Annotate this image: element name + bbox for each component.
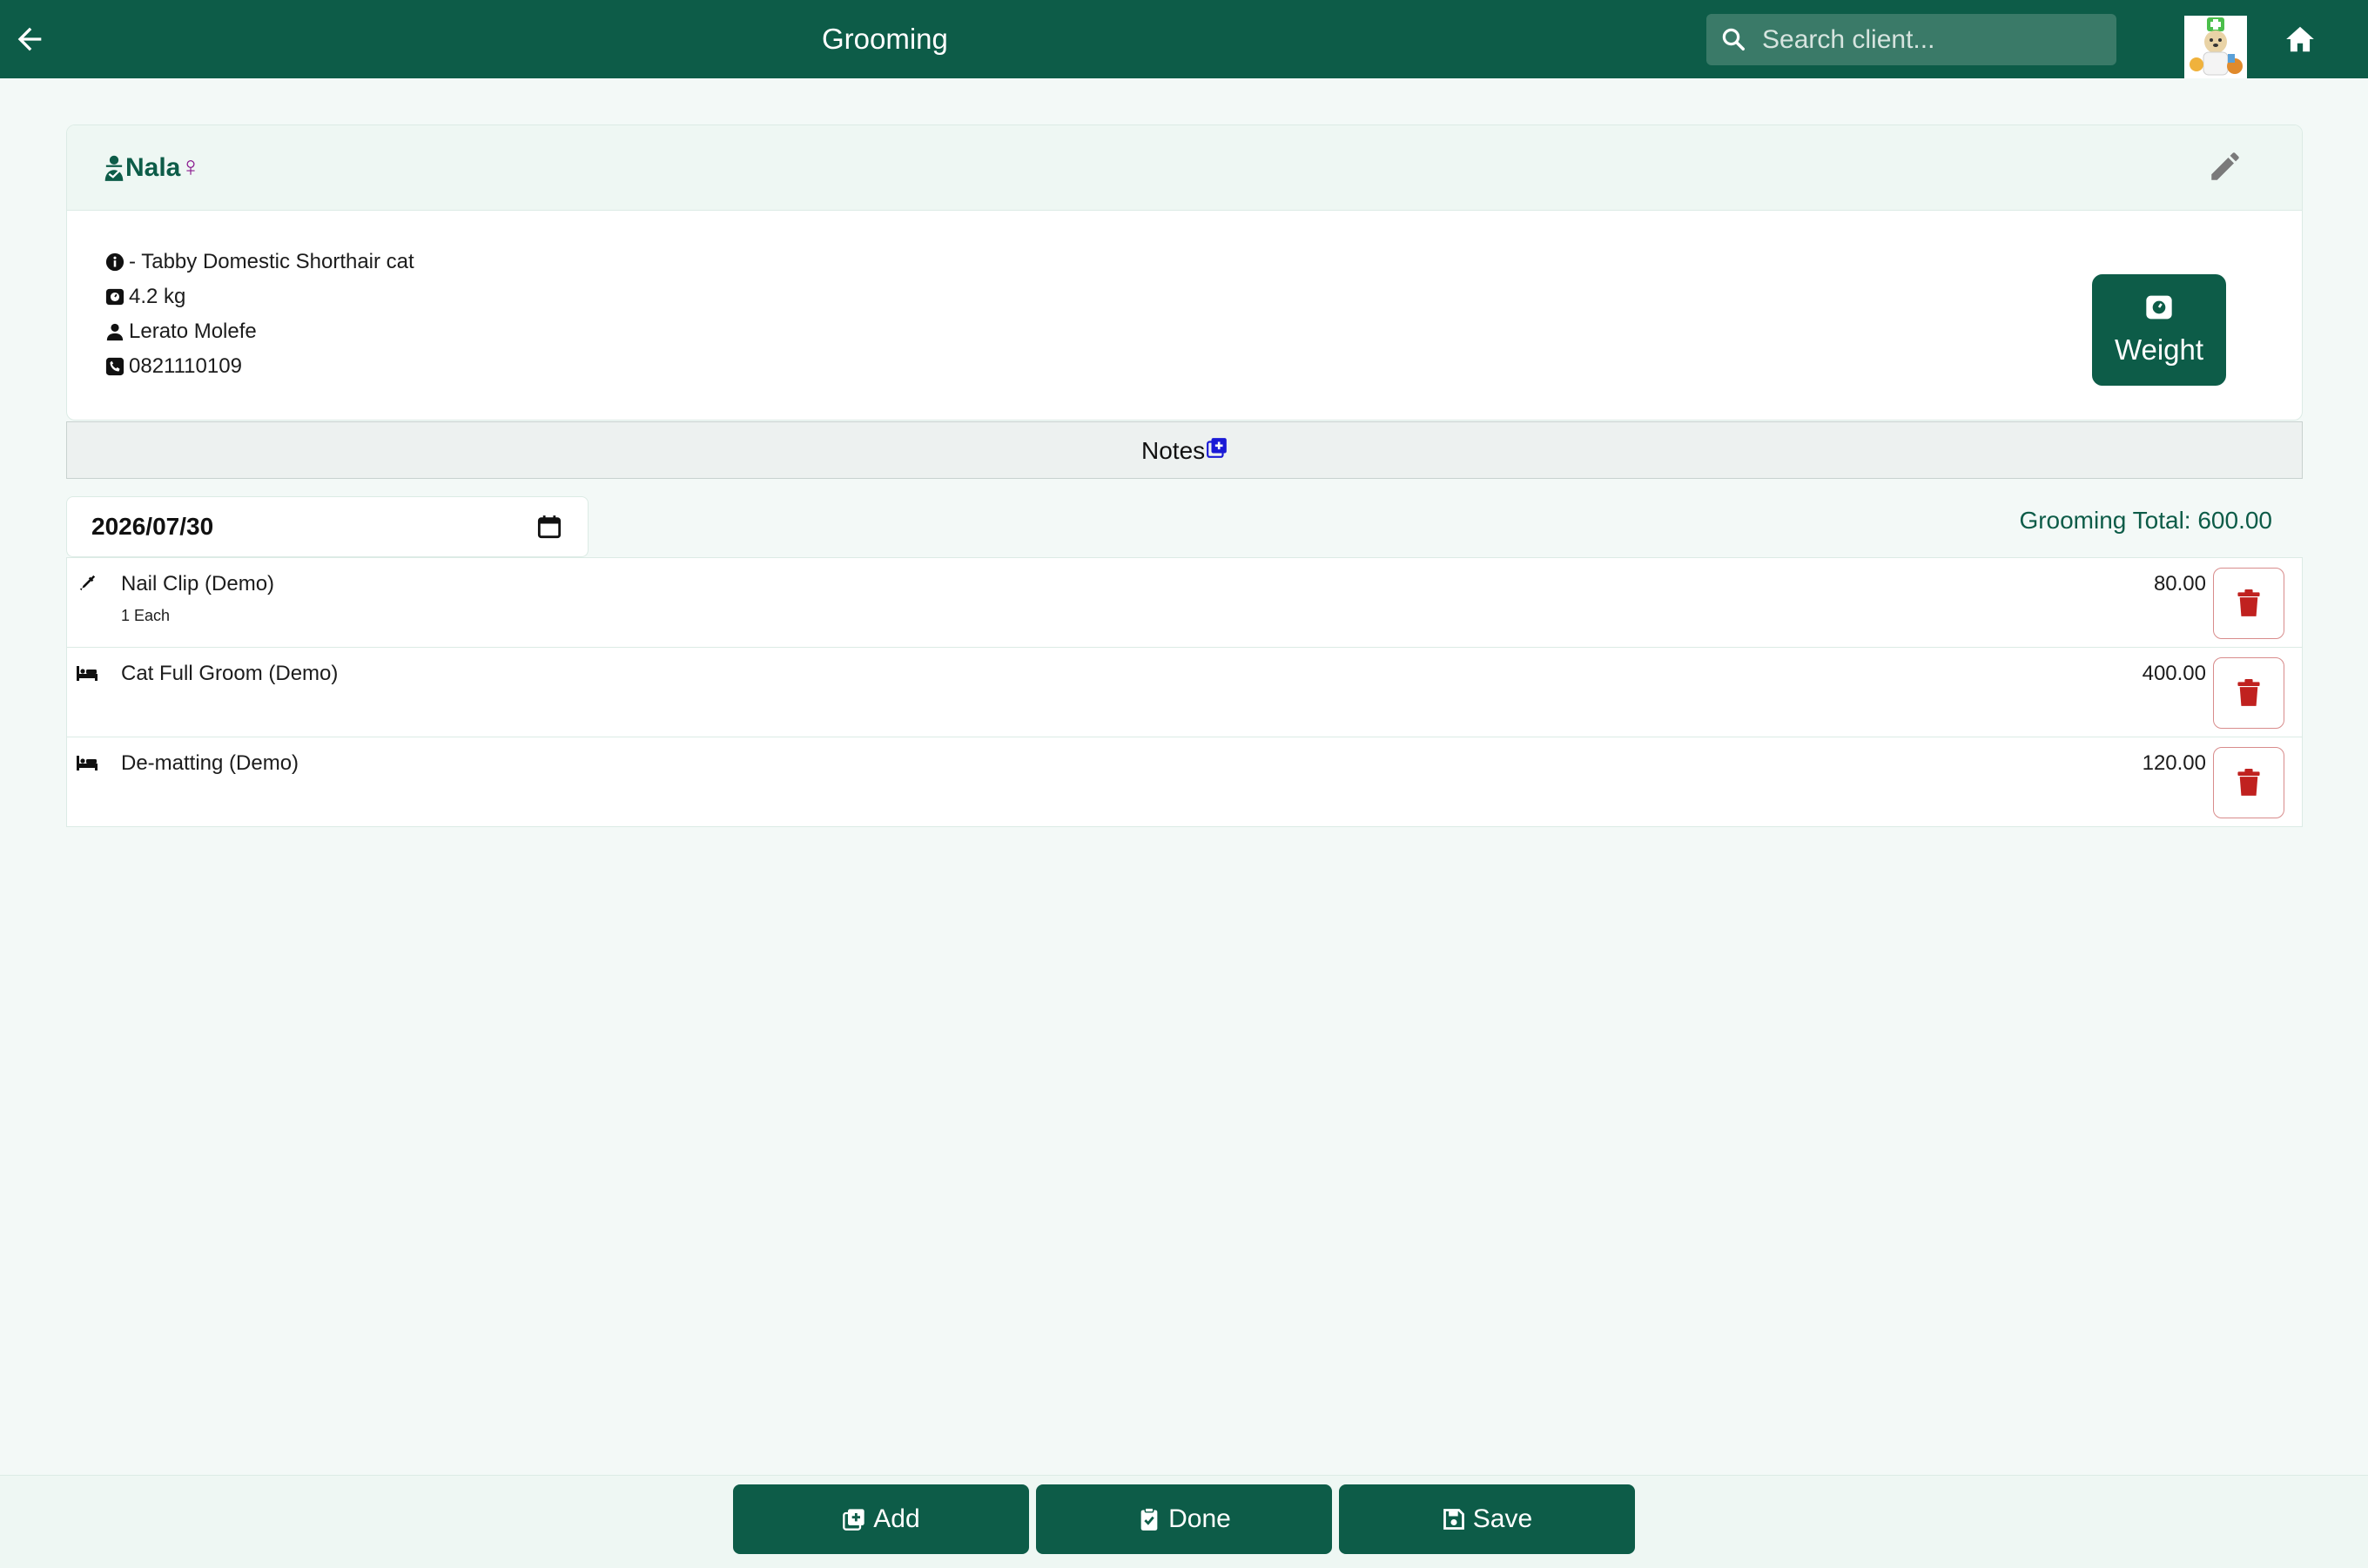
female-sex-icon: ♀ bbox=[180, 151, 201, 182]
trash-icon bbox=[2237, 769, 2260, 796]
list-item[interactable]: Cat Full Groom (Demo) 400.00 bbox=[67, 648, 2302, 737]
scale-icon bbox=[105, 288, 124, 306]
phone-row: 0821110109 bbox=[105, 354, 242, 379]
save-button[interactable]: Save bbox=[1339, 1484, 1635, 1554]
item-name: Nail Clip (Demo) bbox=[121, 572, 275, 596]
notes-bar[interactable]: Notes bbox=[66, 421, 2303, 479]
save-button-label: Save bbox=[1472, 1504, 1533, 1533]
grooming-items-list: Nail Clip (Demo) 1 Each 80.00 Cat Full G… bbox=[66, 557, 2303, 827]
bed-icon bbox=[77, 756, 98, 771]
search-client-input[interactable] bbox=[1760, 21, 2103, 59]
item-name: Cat Full Groom (Demo) bbox=[121, 662, 339, 685]
scale-icon bbox=[2146, 295, 2172, 320]
owner-name: Lerato Molefe bbox=[129, 320, 257, 343]
item-quantity: 1 Each bbox=[121, 607, 171, 624]
list-item[interactable]: Nail Clip (Demo) 1 Each 80.00 bbox=[67, 558, 2302, 648]
trash-icon bbox=[2237, 679, 2260, 706]
pet-breed: - Tabby Domestic Shorthair cat bbox=[129, 250, 414, 273]
user-icon bbox=[106, 323, 124, 341]
item-price: 80.00 bbox=[2153, 572, 2206, 596]
delete-item-button[interactable] bbox=[2213, 568, 2284, 639]
client-search bbox=[1706, 14, 2116, 65]
done-button[interactable]: Done bbox=[1036, 1484, 1332, 1554]
delete-item-button[interactable] bbox=[2213, 657, 2284, 729]
home-icon[interactable] bbox=[2283, 23, 2318, 56]
top-app-bar: Grooming bbox=[0, 0, 2368, 78]
back-arrow-icon[interactable] bbox=[12, 22, 47, 57]
page-title: Grooming bbox=[822, 23, 948, 55]
item-price: 120.00 bbox=[2142, 751, 2206, 775]
info-icon bbox=[105, 252, 124, 272]
grooming-total: Grooming Total: 600.00 bbox=[2019, 507, 2272, 534]
item-price: 400.00 bbox=[2142, 662, 2206, 685]
pet-weight-row: 4.2 kg bbox=[105, 285, 185, 309]
bottom-action-bar: Add Done Save bbox=[0, 1475, 2368, 1568]
notes-label: Notes bbox=[1141, 437, 1206, 464]
add-item-icon bbox=[843, 1509, 864, 1531]
save-icon bbox=[1443, 1509, 1464, 1530]
item-name: De-matting (Demo) bbox=[121, 751, 299, 775]
delete-item-button[interactable] bbox=[2213, 747, 2284, 818]
weight-button-label: Weight bbox=[2114, 333, 2204, 366]
phone-icon bbox=[105, 357, 124, 376]
owner-row: Lerato Molefe bbox=[105, 320, 257, 344]
add-note-icon[interactable] bbox=[1206, 436, 1228, 459]
pet-breed-row: - Tabby Domestic Shorthair cat bbox=[105, 250, 414, 274]
trash-icon bbox=[2237, 589, 2260, 616]
syringe-icon bbox=[79, 575, 96, 591]
done-button-label: Done bbox=[1168, 1504, 1231, 1533]
list-item[interactable]: De-matting (Demo) 120.00 bbox=[67, 737, 2302, 826]
add-button-label: Add bbox=[873, 1504, 920, 1533]
search-icon bbox=[1722, 28, 1745, 50]
grooming-date-value: 2026/07/30 bbox=[91, 513, 214, 540]
clipboard-check-icon bbox=[1140, 1507, 1158, 1531]
pet-details-card: Nala ♀ - Tabby Domestic Shorthair cat 4.… bbox=[66, 124, 2303, 421]
bed-icon bbox=[77, 666, 98, 681]
pet-name: Nala bbox=[125, 153, 181, 182]
pet-weight: 4.2 kg bbox=[129, 285, 186, 308]
owner-phone: 0821110109 bbox=[129, 354, 242, 378]
clinic-logo-avatar[interactable] bbox=[2184, 16, 2247, 78]
edit-pencil-icon[interactable] bbox=[2207, 148, 2244, 185]
calendar-icon[interactable] bbox=[537, 515, 562, 539]
vet-mascot-image bbox=[2184, 16, 2247, 78]
groomer-icon bbox=[104, 155, 124, 181]
add-button[interactable]: Add bbox=[733, 1484, 1029, 1554]
weight-button[interactable]: Weight bbox=[2092, 274, 2226, 386]
grooming-date-input[interactable]: 2026/07/30 bbox=[66, 496, 589, 557]
pet-card-header: Nala ♀ bbox=[67, 125, 2302, 211]
